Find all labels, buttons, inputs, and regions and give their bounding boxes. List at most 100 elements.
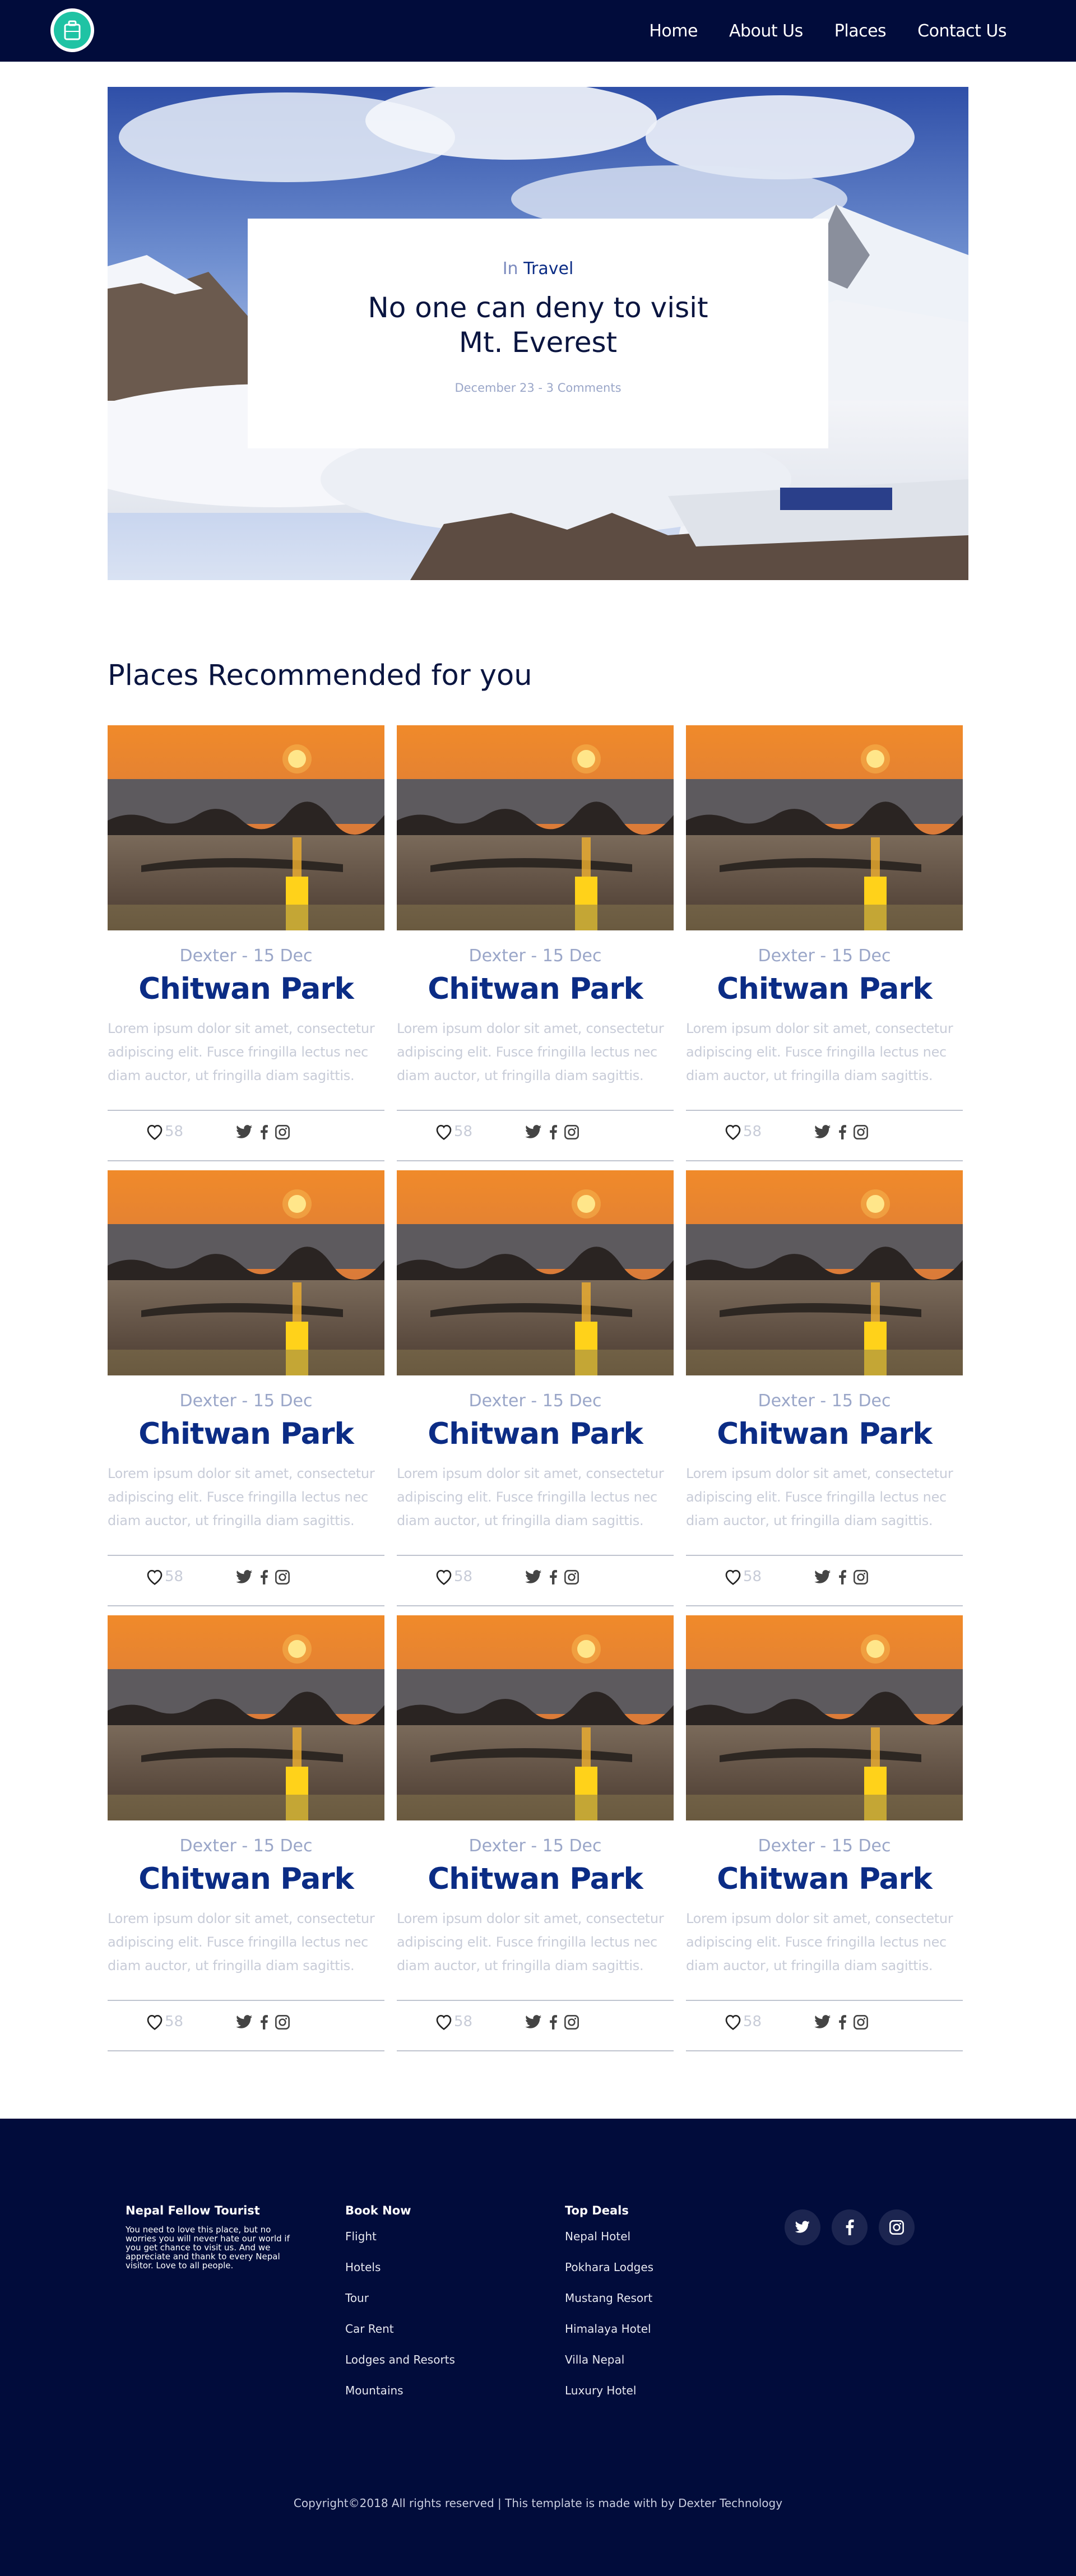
like-button[interactable]: 58 [435,2013,472,2030]
navbar: Home About Us Places Contact Us [0,0,1076,62]
card-title[interactable]: Chitwan Park [397,972,674,1006]
card-image[interactable] [686,1615,963,1820]
card-image[interactable] [686,1170,963,1375]
twitter-icon[interactable] [814,1570,832,1584]
place-card[interactable]: Dexter - 15 Dec Chitwan Park Lorem ipsum… [108,725,384,1168]
footer-link-nepal-hotel[interactable]: Nepal Hotel [565,2230,653,2260]
twitter-icon[interactable] [814,1125,832,1139]
footer-about-title: Nepal Fellow Tourist [126,2204,260,2217]
place-card[interactable]: Dexter - 15 Dec Chitwan Park Lorem ipsum… [686,1615,963,2058]
facebook-icon[interactable] [838,1569,846,1585]
like-button[interactable]: 58 [724,1123,762,1140]
card-title[interactable]: Chitwan Park [686,1417,963,1451]
twitter-icon[interactable] [525,1570,542,1584]
card-image[interactable] [397,1170,674,1375]
twitter-icon[interactable] [814,2015,832,2030]
card-title[interactable]: Chitwan Park [686,972,963,1006]
card-title[interactable]: Chitwan Park [397,1862,674,1896]
card-actions: 58 [397,1121,674,1149]
divider [397,2000,674,2001]
like-count: 58 [165,2013,184,2030]
card-image[interactable] [397,1615,674,1820]
nav-link-places[interactable]: Places [834,21,887,41]
footer-link-flight[interactable]: Flight [345,2230,455,2260]
heart-icon [725,2014,741,2030]
nav-link-about-us[interactable]: About Us [729,21,803,41]
facebook-icon[interactable] [838,1124,846,1140]
footer-link-lodges[interactable]: Lodges and Resorts [345,2353,455,2384]
footer-facebook-button[interactable] [832,2209,868,2245]
divider [397,1160,674,1161]
card-title[interactable]: Chitwan Park [397,1417,674,1451]
twitter-icon[interactable] [525,2015,542,2030]
footer-instagram-button[interactable] [879,2209,915,2245]
card-title[interactable]: Chitwan Park [108,1417,384,1451]
twitter-icon[interactable] [235,1125,253,1139]
place-card[interactable]: Dexter - 15 Dec Chitwan Park Lorem ipsum… [397,1615,674,2058]
place-card[interactable]: Dexter - 15 Dec Chitwan Park Lorem ipsum… [108,1170,384,1613]
hero-card: In Travel No one can deny to visit Mt. E… [248,219,828,536]
facebook-icon[interactable] [549,1124,557,1140]
facebook-icon[interactable] [549,1569,557,1585]
like-button[interactable]: 58 [146,1123,183,1140]
hero-title[interactable]: No one can deny to visit Mt. Everest [248,290,828,360]
place-card[interactable]: Dexter - 15 Dec Chitwan Park Lorem ipsum… [397,725,674,1168]
twitter-icon[interactable] [235,1570,253,1584]
footer-twitter-button[interactable] [785,2209,820,2245]
facebook-icon[interactable] [838,2014,846,2030]
like-button[interactable]: 58 [724,1568,762,1585]
place-card[interactable]: Dexter - 15 Dec Chitwan Park Lorem ipsum… [686,725,963,1168]
footer-link-car-rent[interactable]: Car Rent [345,2322,455,2353]
facebook-icon[interactable] [260,1569,268,1585]
footer-link-pokhara-lodges[interactable]: Pokhara Lodges [565,2260,653,2291]
nav-link-home[interactable]: Home [649,21,698,41]
logo[interactable] [50,8,94,52]
footer-link-mountains[interactable]: Mountains [345,2384,455,2415]
instagram-icon[interactable] [564,1569,579,1585]
footer-top-deals: Top Deals Nepal Hotel Pokhara Lodges Mus… [565,2204,653,2415]
instagram-icon[interactable] [853,1569,869,1585]
footer-link-himalaya-hotel[interactable]: Himalaya Hotel [565,2322,653,2353]
like-button[interactable]: 58 [146,1568,183,1585]
footer-link-tour[interactable]: Tour [345,2291,455,2322]
card-image[interactable] [108,1170,384,1375]
instagram-icon[interactable] [275,2014,290,2030]
divider [108,1555,384,1556]
instagram-icon[interactable] [275,1569,290,1585]
footer-link-mustang-resort[interactable]: Mustang Resort [565,2291,653,2322]
facebook-icon[interactable] [549,2014,557,2030]
like-button[interactable]: 58 [435,1123,472,1140]
instagram-icon[interactable] [275,1124,290,1140]
card-image[interactable] [108,725,384,930]
footer-link-hotels[interactable]: Hotels [345,2260,455,2291]
card-image[interactable] [397,725,674,930]
instagram-icon[interactable] [564,2014,579,2030]
nav-link-contact-us[interactable]: Contact Us [917,21,1007,41]
like-button[interactable]: 58 [724,2013,762,2030]
instagram-icon[interactable] [853,1124,869,1140]
card-image[interactable] [108,1615,384,1820]
card-title[interactable]: Chitwan Park [686,1862,963,1896]
card-description: Lorem ipsum dolor sit amet, consectetur … [686,1911,953,1973]
twitter-icon[interactable] [235,2015,253,2030]
place-card[interactable]: Dexter - 15 Dec Chitwan Park Lorem ipsum… [686,1170,963,1613]
card-social-links [235,2014,290,2030]
facebook-icon[interactable] [260,2014,268,2030]
like-button[interactable]: 58 [146,2013,183,2030]
facebook-icon[interactable] [260,1124,268,1140]
place-card[interactable]: Dexter - 15 Dec Chitwan Park Lorem ipsum… [108,1615,384,2058]
footer-link-villa-nepal[interactable]: Villa Nepal [565,2353,653,2384]
footer-link-luxury-hotel[interactable]: Luxury Hotel [565,2384,653,2415]
card-title[interactable]: Chitwan Park [108,972,384,1006]
heart-icon [147,2014,163,2030]
like-count: 58 [743,2013,762,2030]
twitter-icon[interactable] [525,1125,542,1139]
instagram-icon[interactable] [564,1124,579,1140]
card-image[interactable] [686,725,963,930]
place-card[interactable]: Dexter - 15 Dec Chitwan Park Lorem ipsum… [397,1170,674,1613]
card-title[interactable]: Chitwan Park [108,1862,384,1896]
heart-icon [436,1124,452,1140]
like-button[interactable]: 58 [435,1568,472,1585]
category-link[interactable]: Travel [523,259,573,279]
instagram-icon[interactable] [853,2014,869,2030]
